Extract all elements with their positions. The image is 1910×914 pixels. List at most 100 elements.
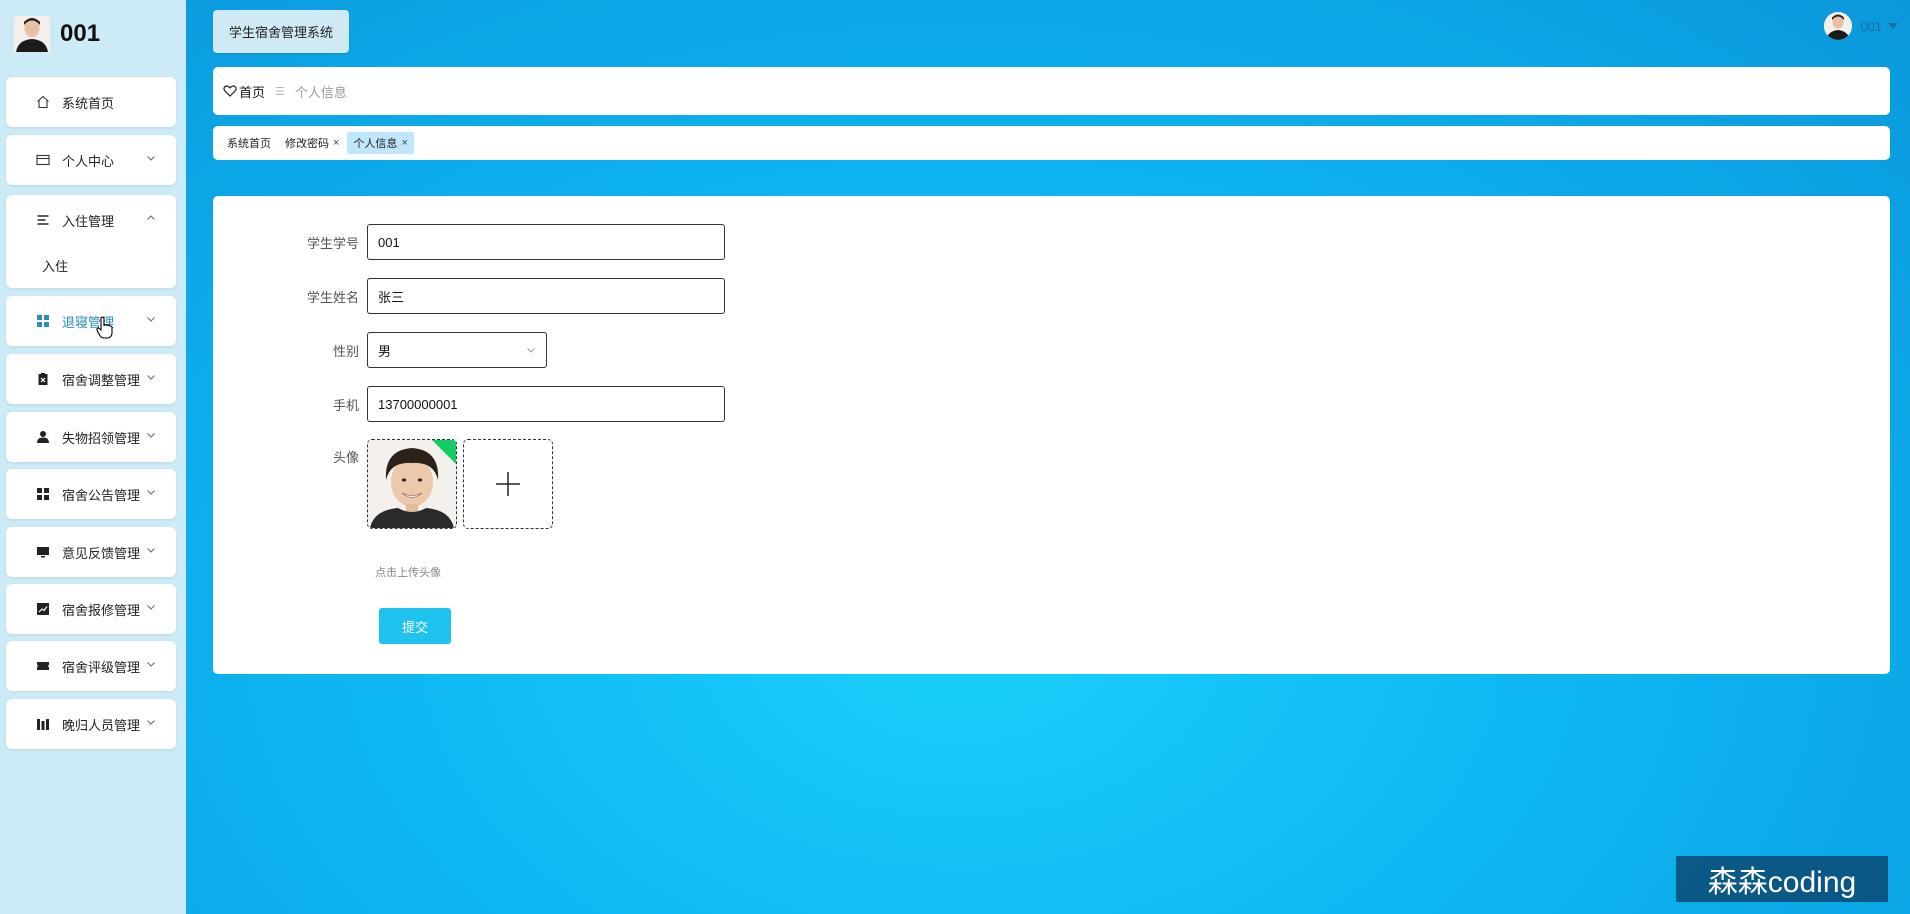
sidebar-item-label: 入住管理 <box>62 213 115 229</box>
user-name[interactable]: 001 <box>1860 19 1882 34</box>
system-title-button[interactable]: 学生宿舍管理系统 <box>213 10 349 53</box>
personal-info-form: 学生学号 学生姓名 性别 男 手机 头像 <box>213 196 1890 674</box>
person-icon <box>34 428 52 446</box>
gender-label: 性别 <box>332 343 359 359</box>
grid-icon <box>34 312 52 330</box>
tab-system-home[interactable]: 系统首页 <box>221 132 277 154</box>
sidebar-row[interactable]: 宿舍报修管理 <box>6 584 176 634</box>
sidebar: 001 系统首页 个人中心 入住管理 入住 退寝管理 宿舍调整管理 失物招领管理… <box>0 0 186 914</box>
breadcrumb-home[interactable]: 首页 <box>239 82 265 101</box>
upload-avatar-button[interactable] <box>463 439 553 529</box>
tab-label: 修改密码 <box>285 138 329 150</box>
sidebar-row[interactable]: 宿舍调整管理 <box>6 354 176 404</box>
sidebar-row[interactable]: 宿舍公告管理 <box>6 469 176 519</box>
upload-hint: 点击上传头像 <box>375 567 441 579</box>
user-avatar[interactable] <box>1824 12 1853 40</box>
submit-button[interactable]: 提交 <box>379 608 451 644</box>
form-row-phone: 手机 <box>213 386 725 422</box>
bars-icon <box>34 715 52 733</box>
student-id-label: 学生学号 <box>306 235 359 251</box>
tabs-bar: 系统首页 修改密码 × 个人信息 × <box>213 126 1890 160</box>
form-row-avatar: 头像 <box>213 439 553 529</box>
phone-input[interactable] <box>367 386 725 422</box>
sidebar-item-personal-center[interactable]: 个人中心 <box>6 135 176 185</box>
form-row-student-id: 学生学号 <box>213 224 725 260</box>
sidebar-item-label: 宿舍调整管理 <box>62 372 141 388</box>
card-icon <box>34 151 52 169</box>
plus-icon <box>496 472 520 496</box>
sidebar-row[interactable]: 退寝管理 <box>6 296 176 346</box>
monitor-icon <box>34 543 52 561</box>
sidebar-row[interactable]: 宿舍评级管理 <box>6 641 176 691</box>
close-icon[interactable]: × <box>401 137 407 149</box>
sidebar-subitem-checkin[interactable]: 入住 <box>42 256 68 275</box>
form-row-student-name: 学生姓名 <box>213 278 725 314</box>
avatar-label: 头像 <box>332 450 359 465</box>
sidebar-item-label: 宿舍评级管理 <box>62 659 141 675</box>
tab-label: 系统首页 <box>227 138 271 150</box>
gender-select[interactable]: 男 <box>367 332 547 368</box>
tab-label: 个人信息 <box>353 138 398 150</box>
student-name-label: 学生姓名 <box>306 289 359 305</box>
sidebar-item-label: 意见反馈管理 <box>62 545 141 561</box>
gender-select-value: 男 <box>378 343 392 359</box>
ticket-icon <box>34 657 52 675</box>
chevron-down-icon <box>147 548 155 553</box>
home-icon <box>34 93 52 111</box>
user-menu[interactable]: 001 <box>1824 12 1898 40</box>
sidebar-item-label: 宿舍公告管理 <box>62 487 141 503</box>
tab-personal-info[interactable]: 个人信息 × <box>347 132 414 154</box>
sidebar-item-dorm-repair[interactable]: 宿舍报修管理 <box>6 584 176 634</box>
breadcrumb: 首页 ☰ 个人信息 <box>213 67 1890 115</box>
sidebar-item-checkin-management[interactable]: 入住管理 入住 <box>6 195 176 288</box>
sidebar-item-label: 失物招领管理 <box>62 430 141 446</box>
sidebar-row[interactable]: 入住管理 <box>6 195 176 245</box>
student-id-input[interactable] <box>367 224 725 260</box>
breadcrumb-current: 个人信息 <box>294 84 347 100</box>
chart-icon <box>34 600 52 618</box>
sidebar-item-label: 个人中心 <box>62 153 115 169</box>
watermark: 森森coding <box>1676 856 1888 902</box>
hand-cursor-icon <box>96 316 113 339</box>
phone-label: 手机 <box>332 397 359 413</box>
chevron-down-icon <box>147 156 155 161</box>
brand-title: 001 <box>60 20 101 47</box>
chevron-down-icon <box>147 433 155 438</box>
chevron-down-icon <box>147 490 155 495</box>
breadcrumb-separator-icon: ☰ <box>275 85 285 98</box>
sidebar-item-dorm-adjustment[interactable]: 宿舍调整管理 <box>6 354 176 404</box>
student-name-input[interactable] <box>367 278 725 314</box>
sidebar-item-label: 系统首页 <box>62 95 115 111</box>
tab-change-password[interactable]: 修改密码 × <box>279 132 345 154</box>
sidebar-item-dorm-rating[interactable]: 宿舍评级管理 <box>6 641 176 691</box>
chevron-down-icon <box>147 317 155 322</box>
caret-down-icon[interactable] <box>1888 23 1898 29</box>
sidebar-item-label: 宿舍报修管理 <box>62 602 141 618</box>
sidebar-row[interactable]: 个人中心 <box>6 135 176 185</box>
chevron-down-icon <box>527 348 535 353</box>
list-icon <box>34 211 52 229</box>
sidebar-row[interactable]: 意见反馈管理 <box>6 527 176 577</box>
upload-success-icon <box>432 440 456 464</box>
chevron-down-icon <box>147 662 155 667</box>
sidebar-item-late-return[interactable]: 晚归人员管理 <box>6 699 176 749</box>
sidebar-row[interactable]: 失物招领管理 <box>6 412 176 462</box>
sidebar-row[interactable]: 系统首页 <box>6 77 176 127</box>
sidebar-item-lost-found[interactable]: 失物招领管理 <box>6 412 176 462</box>
sidebar-item-home[interactable]: 系统首页 <box>6 77 176 127</box>
chevron-down-icon <box>147 720 155 725</box>
chevron-up-icon <box>147 215 155 220</box>
clipboard-icon <box>34 370 52 388</box>
chevron-down-icon <box>147 375 155 380</box>
close-icon[interactable]: × <box>333 137 339 149</box>
heart-icon <box>223 85 237 97</box>
chevron-down-icon <box>147 605 155 610</box>
sidebar-row[interactable]: 晚归人员管理 <box>6 699 176 749</box>
brand-avatar <box>14 16 50 52</box>
sidebar-item-checkout-management[interactable]: 退寝管理 <box>6 296 176 346</box>
sidebar-item-feedback[interactable]: 意见反馈管理 <box>6 527 176 577</box>
uploaded-avatar-thumbnail[interactable] <box>367 439 457 529</box>
brand: 001 <box>14 14 100 54</box>
main-area: 学生宿舍管理系统 001 首页 ☰ 个人信息 系统首页 修改密码 × 个人信息 … <box>186 0 1910 914</box>
sidebar-item-dorm-announcement[interactable]: 宿舍公告管理 <box>6 469 176 519</box>
